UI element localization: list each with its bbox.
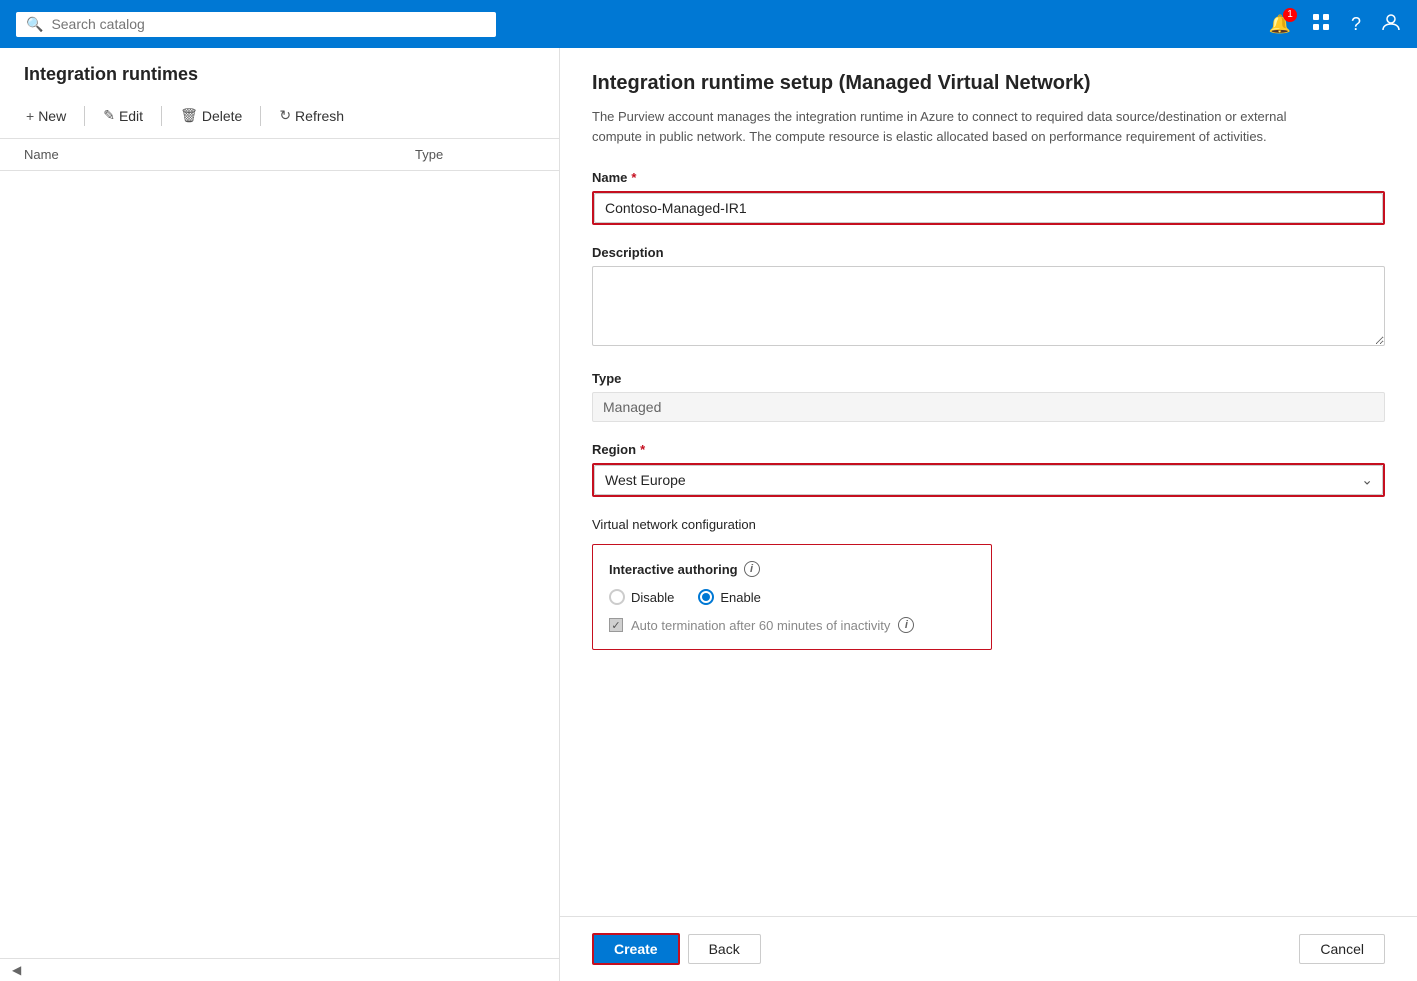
name-label: Name *: [592, 170, 1385, 185]
left-panel: Integration runtimes + New ✎ Edit 🗑 Dele…: [0, 48, 560, 981]
right-panel-content: Integration runtime setup (Managed Virtu…: [560, 48, 1417, 916]
interactive-authoring-box: Interactive authoring i Disable Enable: [592, 544, 992, 650]
vnet-form-group: Virtual network configuration Interactiv…: [592, 517, 1385, 650]
main-content: Integration runtimes + New ✎ Edit 🗑 Dele…: [0, 48, 1417, 981]
name-input[interactable]: [594, 193, 1383, 223]
delete-icon: 🗑: [180, 107, 198, 124]
ia-info-icon[interactable]: i: [744, 561, 760, 577]
plus-icon: +: [26, 108, 34, 124]
help-icon[interactable]: ?: [1351, 14, 1361, 35]
new-button[interactable]: + New: [16, 102, 76, 130]
region-select-wrapper: Auto Resolve East US East US 2 West US W…: [594, 465, 1383, 495]
radio-group: Disable Enable: [609, 589, 975, 605]
topbar-icons: 🔔 1 ?: [1269, 12, 1401, 37]
refresh-button[interactable]: ↻ Refresh: [269, 101, 354, 130]
auto-termination-checkbox[interactable]: ✓: [609, 618, 623, 632]
back-button[interactable]: Back: [688, 934, 761, 964]
search-bar[interactable]: 🔍: [16, 12, 496, 37]
description-input[interactable]: [592, 266, 1385, 346]
enable-radio-circle: [698, 589, 714, 605]
region-field-highlight: Auto Resolve East US East US 2 West US W…: [592, 463, 1385, 497]
disable-radio-circle: [609, 589, 625, 605]
name-field-highlight: [592, 191, 1385, 225]
region-label: Region *: [592, 442, 1385, 457]
edit-button[interactable]: ✎ Edit: [93, 101, 153, 130]
type-form-group: Type Managed: [592, 371, 1385, 422]
description-label: Description: [592, 245, 1385, 260]
notification-badge: 1: [1283, 8, 1297, 22]
auto-termination-info-icon[interactable]: i: [898, 617, 914, 633]
right-panel-footer: Create Back Cancel: [560, 916, 1417, 981]
settings-icon[interactable]: [1311, 12, 1331, 37]
ia-title: Interactive authoring i: [609, 561, 975, 577]
refresh-icon: ↻: [279, 107, 291, 124]
vnet-section-label: Virtual network configuration: [592, 517, 1385, 532]
name-required-star: *: [631, 170, 636, 185]
create-button[interactable]: Create: [592, 933, 680, 965]
region-select[interactable]: Auto Resolve East US East US 2 West US W…: [594, 465, 1383, 495]
scroll-left-icon[interactable]: ◀: [12, 963, 21, 977]
search-icon: 🔍: [26, 16, 43, 33]
name-form-group: Name *: [592, 170, 1385, 225]
toolbar: + New ✎ Edit 🗑 Delete ↻ Refresh: [0, 93, 559, 139]
enable-radio[interactable]: Enable: [698, 589, 760, 605]
left-panel-footer: ◀: [0, 958, 559, 981]
notifications-icon[interactable]: 🔔 1: [1269, 14, 1291, 35]
left-panel-title: Integration runtimes: [0, 48, 559, 93]
type-value: Managed: [592, 392, 1385, 422]
col-header-type: Type: [415, 147, 535, 162]
table-header: Name Type: [0, 139, 559, 171]
topbar: 🔍 🔔 1 ?: [0, 0, 1417, 48]
cancel-button[interactable]: Cancel: [1299, 934, 1385, 964]
region-form-group: Region * Auto Resolve East US East US 2 …: [592, 442, 1385, 497]
delete-button[interactable]: 🗑 Delete: [170, 101, 252, 130]
auto-termination-label: Auto termination after 60 minutes of ina…: [631, 618, 890, 633]
col-header-name: Name: [24, 147, 415, 162]
user-icon[interactable]: [1381, 12, 1401, 37]
edit-icon: ✎: [103, 107, 115, 124]
separator3: [260, 106, 261, 126]
region-required-star: *: [640, 442, 645, 457]
separator2: [161, 106, 162, 126]
right-panel: Integration runtime setup (Managed Virtu…: [560, 48, 1417, 981]
description-form-group: Description: [592, 245, 1385, 351]
disable-radio[interactable]: Disable: [609, 589, 674, 605]
search-input[interactable]: [51, 16, 486, 32]
table-body: [0, 171, 559, 958]
panel-description: The Purview account manages the integrat…: [592, 107, 1312, 146]
separator: [84, 106, 85, 126]
type-label: Type: [592, 371, 1385, 386]
panel-title: Integration runtime setup (Managed Virtu…: [592, 72, 1385, 95]
auto-termination-row: ✓ Auto termination after 60 minutes of i…: [609, 617, 975, 633]
